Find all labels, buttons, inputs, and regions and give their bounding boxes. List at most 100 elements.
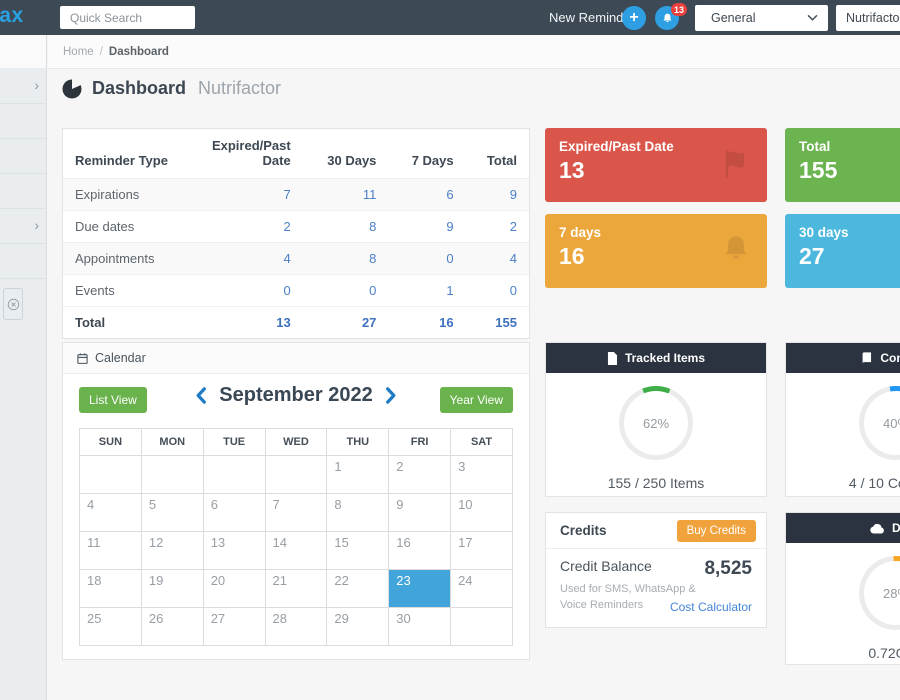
- calendar-day[interactable]: 9: [389, 494, 451, 532]
- sidebar-collapse-button[interactable]: [3, 288, 23, 320]
- calendar-day[interactable]: 10: [451, 494, 513, 532]
- bell-icon: [719, 232, 753, 266]
- sidebar-item-1[interactable]: ›: [0, 69, 46, 104]
- cell-link[interactable]: 13: [200, 307, 303, 339]
- calendar-day[interactable]: 5: [141, 494, 203, 532]
- drive-percent: 28%: [883, 586, 900, 601]
- calendar-day[interactable]: 28: [265, 608, 327, 646]
- summary-card-total[interactable]: Total 155: [785, 128, 900, 202]
- credit-balance-label: Credit Balance: [560, 558, 652, 574]
- calendar-day[interactable]: 17: [451, 532, 513, 570]
- summary-card-label: Total: [799, 139, 900, 154]
- summary-card-7days[interactable]: 7 days 16: [545, 214, 767, 288]
- cell-link[interactable]: 0: [388, 243, 465, 275]
- calendar-day[interactable]: 27: [203, 608, 265, 646]
- calendar-day[interactable]: 24: [451, 570, 513, 608]
- cell-link[interactable]: 8: [303, 243, 389, 275]
- calendar-day[interactable]: 18: [80, 570, 142, 608]
- calendar-day[interactable]: 14: [265, 532, 327, 570]
- calendar-day[interactable]: 30: [389, 608, 451, 646]
- cell-link[interactable]: 155: [466, 307, 529, 339]
- calendar-day[interactable]: 3: [451, 456, 513, 494]
- calendar-day[interactable]: 11: [80, 532, 142, 570]
- cell-link[interactable]: 27: [303, 307, 389, 339]
- cost-calculator-link[interactable]: Cost Calculator: [670, 600, 752, 614]
- day-header: TUE: [203, 429, 265, 456]
- sidebar-item-3[interactable]: [0, 139, 46, 174]
- sidebar-item-5[interactable]: ›: [0, 209, 46, 244]
- cell-link[interactable]: 16: [388, 307, 465, 339]
- row-label: Due dates: [63, 211, 200, 243]
- top-navbar: dax New Reminder + 13 General Nutrifacto…: [0, 0, 900, 35]
- workspace-select-value: General: [711, 11, 755, 25]
- cell-link[interactable]: 2: [200, 211, 303, 243]
- next-month-icon[interactable]: [385, 387, 397, 404]
- app-logo[interactable]: dax: [0, 4, 24, 28]
- summary-card-value: 27: [799, 243, 900, 270]
- calendar-day[interactable]: [203, 456, 265, 494]
- cell-link[interactable]: 0: [303, 275, 389, 307]
- calendar-card-header: Calendar: [63, 343, 529, 374]
- calendar-day[interactable]: 20: [203, 570, 265, 608]
- calendar-day[interactable]: 26: [141, 608, 203, 646]
- buy-credits-button[interactable]: Buy Credits: [677, 520, 756, 542]
- calendar-toolbar: List View September 2022 Year View: [63, 374, 529, 420]
- cell-link[interactable]: 0: [200, 275, 303, 307]
- cell-link[interactable]: 9: [388, 211, 465, 243]
- calendar-day[interactable]: 6: [203, 494, 265, 532]
- summary-card-30days[interactable]: 30 days 27: [785, 214, 900, 288]
- workspace-select[interactable]: General: [695, 5, 828, 31]
- book-icon: [860, 352, 873, 365]
- column-header-30days: 30 Days: [303, 129, 389, 179]
- sidebar-item-6[interactable]: [0, 244, 46, 279]
- calendar-card-title: Calendar: [95, 351, 146, 365]
- account-button[interactable]: Nutrifactor: [836, 5, 900, 31]
- row-label: Total: [63, 307, 200, 339]
- cell-link[interactable]: 9: [466, 179, 529, 211]
- summary-card-expired[interactable]: Expired/Past Date 13: [545, 128, 767, 202]
- calendar-day[interactable]: 1: [327, 456, 389, 494]
- year-view-button[interactable]: Year View: [440, 387, 513, 413]
- table-row-total: Total 13 27 16 155: [63, 307, 529, 339]
- calendar-day[interactable]: 7: [265, 494, 327, 532]
- calendar-day[interactable]: 8: [327, 494, 389, 532]
- search-input[interactable]: [60, 6, 195, 29]
- calendar-day[interactable]: 13: [203, 532, 265, 570]
- cell-link[interactable]: 7: [200, 179, 303, 211]
- calendar-day[interactable]: 2: [389, 456, 451, 494]
- summary-card-value: 155: [799, 157, 900, 184]
- calendar-day[interactable]: 23: [389, 570, 451, 608]
- calendar-day[interactable]: 12: [141, 532, 203, 570]
- cell-link[interactable]: 1: [388, 275, 465, 307]
- calendar-day[interactable]: [80, 456, 142, 494]
- credit-balance-value: 8,525: [704, 558, 752, 580]
- calendar-day[interactable]: 16: [389, 532, 451, 570]
- breadcrumb-home[interactable]: Home: [63, 46, 94, 58]
- cell-link[interactable]: 8: [303, 211, 389, 243]
- cell-link[interactable]: 0: [466, 275, 529, 307]
- cell-link[interactable]: 2: [466, 211, 529, 243]
- calendar-day[interactable]: 21: [265, 570, 327, 608]
- calendar-day[interactable]: 25: [80, 608, 142, 646]
- cell-link[interactable]: 4: [466, 243, 529, 275]
- calendar-day[interactable]: [451, 608, 513, 646]
- calendar-day[interactable]: 19: [141, 570, 203, 608]
- cell-link[interactable]: 11: [303, 179, 389, 211]
- sidebar-item-4[interactable]: [0, 174, 46, 209]
- calendar-day[interactable]: [265, 456, 327, 494]
- calendar-day[interactable]: 4: [80, 494, 142, 532]
- new-reminder-button[interactable]: +: [622, 6, 646, 30]
- calendar-day[interactable]: [141, 456, 203, 494]
- credits-card: Credits Buy Credits Credit Balance 8,525…: [545, 512, 767, 628]
- column-header-reminder-type: Reminder Type: [63, 129, 200, 179]
- column-header-expired: Expired/Past Date: [200, 129, 303, 179]
- sidebar-item-2[interactable]: [0, 104, 46, 139]
- calendar-day[interactable]: 15: [327, 532, 389, 570]
- day-header: MON: [141, 429, 203, 456]
- tracked-items-summary: 155 / 250 Items: [546, 475, 766, 491]
- calendar-day[interactable]: 22: [327, 570, 389, 608]
- calendar-day[interactable]: 29: [327, 608, 389, 646]
- cell-link[interactable]: 6: [388, 179, 465, 211]
- cell-link[interactable]: 4: [200, 243, 303, 275]
- previous-month-icon[interactable]: [195, 387, 207, 404]
